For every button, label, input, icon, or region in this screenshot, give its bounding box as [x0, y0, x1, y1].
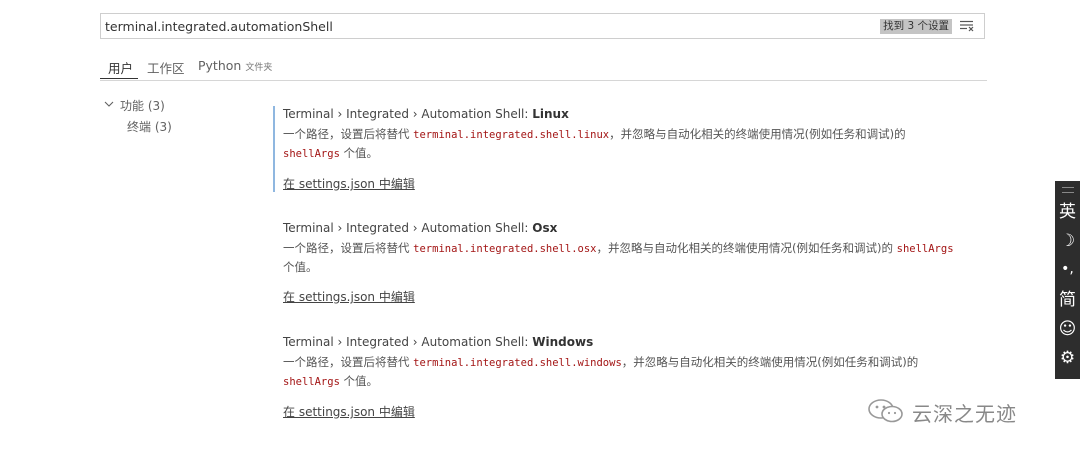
- desc-text: 个值。: [339, 374, 379, 388]
- desc-text: 个值。: [339, 146, 379, 160]
- tab-python-folder[interactable]: Python 文件夹: [198, 58, 272, 73]
- setting-item-osx[interactable]: Terminal › Integrated › Automation Shell…: [275, 220, 995, 305]
- desc-text: ，并忽略与自动化相关的终端使用情况(例如任务和调试)的: [596, 241, 897, 255]
- setting-title: Terminal › Integrated › Automation Shell…: [283, 106, 995, 122]
- edit-in-settings-json-link[interactable]: 在 settings.json 中编辑: [283, 403, 415, 420]
- setting-title: Terminal › Integrated › Automation Shell…: [283, 334, 995, 350]
- edit-in-settings-json-link[interactable]: 在 settings.json 中编辑: [283, 288, 415, 305]
- setting-title: Terminal › Integrated › Automation Shell…: [283, 220, 995, 236]
- setting-title-prefix: Terminal › Integrated › Automation Shell…: [283, 335, 533, 349]
- setting-item-linux[interactable]: Terminal › Integrated › Automation Shell…: [273, 106, 995, 192]
- ime-simplified-toggle[interactable]: 简: [1055, 290, 1080, 310]
- gear-icon[interactable]: ⚙: [1055, 348, 1080, 368]
- moon-icon[interactable]: ☽: [1055, 231, 1080, 251]
- desc-code: shellArgs: [283, 376, 340, 388]
- emoji-icon[interactable]: ☺: [1055, 319, 1080, 339]
- settings-search-box[interactable]: 找到 3 个设置: [100, 13, 985, 39]
- active-tab-indicator: [100, 78, 138, 79]
- desc-text: 一个路径，设置后将替代: [283, 241, 414, 255]
- desc-code: shellArgs: [283, 148, 340, 160]
- desc-text: 一个路径，设置后将替代: [283, 127, 414, 141]
- drag-handle-icon[interactable]: [1062, 187, 1074, 193]
- filter-list-icon[interactable]: [960, 20, 974, 32]
- desc-code[interactable]: terminal.integrated.shell.osx: [413, 243, 596, 255]
- ime-toolbar: 英 ☽ •, 简 ☺ ⚙: [1055, 181, 1080, 379]
- tab-user[interactable]: 用户: [108, 58, 133, 77]
- toc-item-terminal[interactable]: 终端 (3): [127, 118, 172, 135]
- setting-title-prefix: Terminal › Integrated › Automation Shell…: [283, 221, 533, 235]
- settings-search-input[interactable]: [105, 17, 865, 35]
- desc-code[interactable]: terminal.integrated.shell.windows: [413, 357, 622, 369]
- wechat-icon: [868, 399, 903, 423]
- toc-group-features[interactable]: 功能 (3): [120, 97, 165, 114]
- toc-item-label: 终端: [127, 120, 152, 134]
- toc-group-count: (3): [147, 99, 165, 113]
- watermark: 云深之无迹: [862, 396, 1052, 426]
- punctuation-icon[interactable]: •,: [1055, 259, 1080, 279]
- setting-title-name: Linux: [532, 107, 569, 121]
- desc-text: 一个路径，设置后将替代: [283, 355, 414, 369]
- chevron-down-icon[interactable]: [104, 99, 114, 109]
- settings-scope-tabs: 用户 工作区 Python 文件夹: [100, 56, 987, 81]
- desc-text: ，并忽略与自动化相关的终端使用情况(例如任务和调试)的: [621, 355, 919, 369]
- search-result-count: 找到 3 个设置: [880, 19, 952, 34]
- desc-code: shellArgs: [896, 243, 954, 255]
- toc-item-count: (3): [154, 120, 172, 134]
- ime-language-toggle[interactable]: 英: [1055, 202, 1080, 222]
- tab-workspace[interactable]: 工作区: [147, 58, 185, 77]
- tab-python-label: Python: [198, 58, 242, 73]
- desc-text: 个值。: [283, 260, 318, 274]
- setting-description: 一个路径，设置后将替代 terminal.integrated.shell.wi…: [283, 353, 998, 391]
- setting-title-name: Windows: [532, 335, 594, 349]
- setting-title-prefix: Terminal › Integrated › Automation Shell…: [283, 107, 533, 121]
- setting-title-name: Osx: [532, 221, 558, 235]
- edit-in-settings-json-link[interactable]: 在 settings.json 中编辑: [283, 175, 415, 192]
- watermark-text: 云深之无迹: [912, 402, 1017, 426]
- setting-description: 一个路径，设置后将替代 terminal.integrated.shell.os…: [283, 239, 998, 276]
- desc-code[interactable]: terminal.integrated.shell.linux: [413, 129, 609, 141]
- toc-group-label: 功能: [120, 99, 145, 113]
- setting-description: 一个路径，设置后将替代 terminal.integrated.shell.li…: [283, 125, 998, 163]
- desc-text: ，并忽略与自动化相关的终端使用情况(例如任务和调试)的: [609, 127, 906, 141]
- tab-python-sub: 文件夹: [245, 63, 273, 73]
